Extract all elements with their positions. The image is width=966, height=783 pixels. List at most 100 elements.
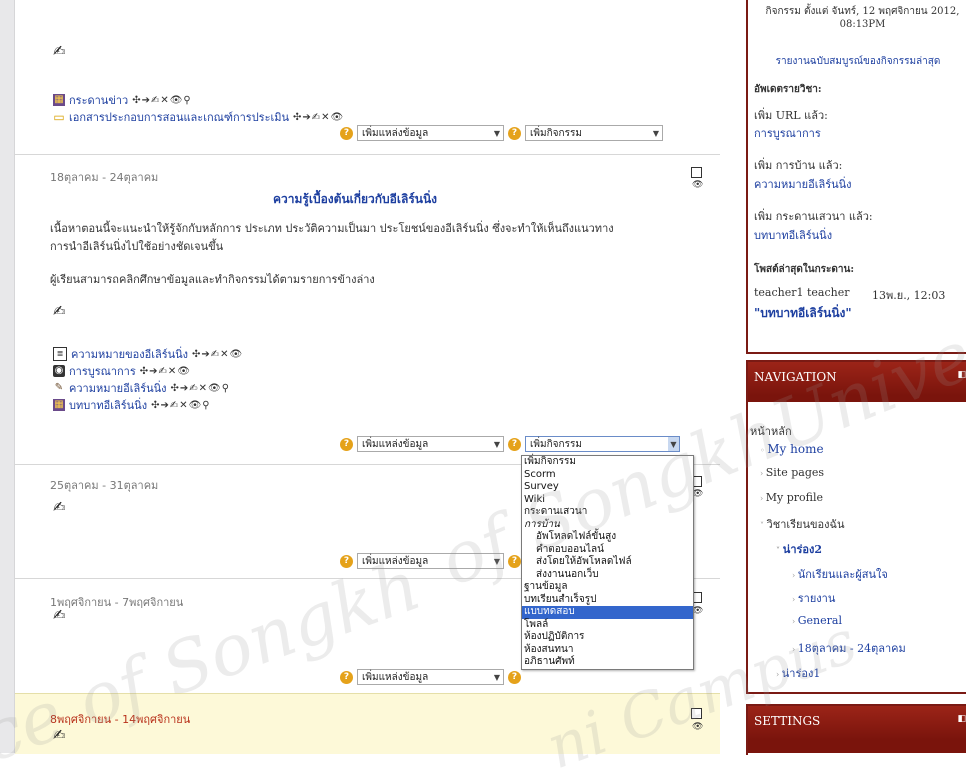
update-link[interactable]: ความหมายอีเลิร์นนิ่ง xyxy=(754,175,852,193)
edit-controls-icon[interactable]: ✣➔✍✕👁 xyxy=(140,366,191,377)
dropdown-option[interactable]: Survey xyxy=(522,481,693,494)
nav-my-profile[interactable]: › My profile xyxy=(760,491,823,504)
resource-item[interactable]: ≣ ความหมายของอีเลิร์นนิ่ง ✣➔✍✕👁 xyxy=(53,345,243,363)
dropdown-option[interactable]: บทเรียนสำเร็จรูป xyxy=(522,594,693,607)
dropdown-option[interactable]: ห้องสนทนา xyxy=(522,644,693,657)
nav-course2[interactable]: › น่าร่อง1 xyxy=(776,664,820,682)
nav-reports[interactable]: › รายงาน xyxy=(792,589,835,607)
dropdown-option[interactable]: เพิ่มกิจกรรม xyxy=(522,456,693,469)
resource-link[interactable]: ความหมายของอีเลิร์นนิ่ง xyxy=(71,345,188,363)
post-title-link[interactable]: "บทบาทอีเลิร์นนิ่ง" xyxy=(754,304,852,323)
resource-link[interactable]: กระดานข่าว xyxy=(69,91,128,109)
help-icon[interactable]: ? xyxy=(340,126,353,140)
highlight-checkbox[interactable] xyxy=(691,708,702,719)
update-link[interactable]: บทบาทอีเลิร์นนิ่ง xyxy=(754,226,832,244)
dock-icon[interactable]: ◧ xyxy=(957,714,966,724)
resource-link[interactable]: เอกสารประกอบการสอนและเกณฑ์การประเมิน xyxy=(69,108,289,126)
nav-label: General xyxy=(797,614,842,627)
help-icon[interactable]: ? xyxy=(508,554,521,568)
nav-site-pages[interactable]: › Site pages xyxy=(760,466,824,479)
dropdown-option[interactable]: Wiki xyxy=(522,494,693,507)
eye-icon[interactable]: 👁 xyxy=(692,180,703,190)
edit-summary-icon[interactable]: ✍ xyxy=(53,726,66,744)
edit-controls-icon[interactable]: ✣➔✍✕👁 xyxy=(192,349,243,360)
help-icon[interactable]: ? xyxy=(340,437,353,451)
section-dates: 18ตุลาคม - 24ตุลาคม xyxy=(50,171,159,184)
dropdown-option[interactable]: แบบทดสอบ xyxy=(522,606,693,619)
help-icon[interactable]: ? xyxy=(508,670,521,684)
help-icon[interactable]: ? xyxy=(508,126,521,140)
navigation-block: NAVIGATION ◧ หน้าหลัก ◦ My home › Site p… xyxy=(746,360,966,694)
nav-general[interactable]: › General xyxy=(792,614,842,627)
nav-course[interactable]: ˅ น่าร่อง2 xyxy=(776,540,822,558)
post-date: 13พ.ย., 12:03 xyxy=(872,289,946,302)
edit-controls-icon[interactable]: ✣➔✍✕👁⚲ xyxy=(132,95,192,106)
edit-controls-icon[interactable]: ✣➔✍✕👁 xyxy=(293,112,344,123)
nav-label: 18ตุลาคม - 24ตุลาคม xyxy=(797,642,906,655)
folder-icon: ▭ xyxy=(53,110,65,124)
add-resource-select[interactable]: เพิ่มแหล่งข้อมูล ▼ xyxy=(357,553,504,569)
add-row: ? เพิ่มแหล่งข้อมูล ▼ ? xyxy=(340,553,521,569)
post-author: teacher1 teacher xyxy=(754,286,850,299)
dropdown-option[interactable]: Scorm xyxy=(522,469,693,482)
add-row: ? เพิ่มแหล่งข้อมูล ▼ ? xyxy=(340,669,521,685)
nav-my-home[interactable]: ◦ My home xyxy=(760,442,824,456)
dropdown-option[interactable]: โพลล์ xyxy=(522,619,693,632)
dropdown-option[interactable]: ส่งโดยให้อัพโหลดไฟล์ xyxy=(522,556,693,569)
nav-participants[interactable]: › นักเรียนและผู้สนใจ xyxy=(792,565,888,583)
assignment-icon: ✎ xyxy=(54,382,64,393)
dropdown-option[interactable]: คำตอบออนไลน์ xyxy=(522,544,693,557)
section-dates: 1พฤศจิกายน - 7พฤศจิกายน xyxy=(50,596,184,609)
add-resource-select[interactable]: เพิ่มแหล่งข้อมูล ▼ xyxy=(357,669,504,685)
resource-item[interactable]: ✎ ความหมายอีเลิร์นนิ่ง ✣➔✍✕👁⚲ xyxy=(53,379,230,397)
edit-controls-icon[interactable]: ✣➔✍✕👁⚲ xyxy=(171,383,231,394)
update-action: เพิ่ม การบ้าน แล้ว: xyxy=(754,159,843,172)
resource-item[interactable]: ▭ เอกสารประกอบการสอนและเกณฑ์การประเมิน ✣… xyxy=(53,108,344,126)
resource-item[interactable]: ▦ กระดานข่าว ✣➔✍✕👁⚲ xyxy=(53,91,192,109)
resource-item[interactable]: ◉ การบูรณาการ ✣➔✍✕👁 xyxy=(53,362,191,380)
add-activity-select[interactable]: เพิ่มกิจกรรม ▼ xyxy=(525,125,663,141)
eye-icon[interactable]: 👁 xyxy=(692,722,703,732)
edit-summary-icon[interactable]: ✍ xyxy=(53,498,66,516)
help-icon[interactable]: ? xyxy=(340,670,353,684)
nav-home[interactable]: หน้าหลัก xyxy=(750,422,792,440)
dropdown-option[interactable]: กระดานเสวนา xyxy=(522,506,693,519)
dropdown-option[interactable]: ฐานข้อมูล xyxy=(522,581,693,594)
nav-label: วิชาเรียนของฉัน xyxy=(766,518,845,531)
help-icon[interactable]: ? xyxy=(508,437,521,451)
dock-icon[interactable]: ◧ xyxy=(957,370,966,380)
resource-link[interactable]: บทบาทอีเลิร์นนิ่ง xyxy=(69,396,147,414)
add-resource-select[interactable]: เพิ่มแหล่งข้อมูล ▼ xyxy=(357,436,504,452)
dropdown-option[interactable]: อภิธานศัพท์ xyxy=(522,656,693,669)
dropdown-option[interactable]: อัพโหลดไฟล์ขั้นสูง xyxy=(522,531,693,544)
add-row: ? เพิ่มแหล่งข้อมูล ▼ ? เพิ่มกิจกรรม ▼ xyxy=(340,125,663,141)
forum-icon: ▦ xyxy=(53,399,65,411)
dropdown-option[interactable]: ห้องปฏิบัติการ xyxy=(522,631,693,644)
navigation-title: NAVIGATION xyxy=(754,370,837,384)
resource-link[interactable]: การบูรณาการ xyxy=(69,362,136,380)
summary-line: การนำอีเลิร์นนิ่งไปใช้อย่างชัดเจนขึ้น xyxy=(50,240,224,253)
update-action: เพิ่ม URL แล้ว: xyxy=(754,109,828,122)
nav-my-courses[interactable]: ˅ วิชาเรียนของฉัน xyxy=(760,515,845,533)
update-link[interactable]: การบูรณาการ xyxy=(754,124,821,142)
help-icon[interactable]: ? xyxy=(340,554,353,568)
nav-label: Site pages xyxy=(765,466,825,479)
nav-label: นักเรียนและผู้สนใจ xyxy=(797,568,888,581)
recent-since-line: กิจกรรม ตั้งแต่ จันทร์, 12 พฤศจิกายน 201… xyxy=(765,6,960,17)
edit-controls-icon[interactable]: ✣➔✍✕👁⚲ xyxy=(151,400,211,411)
full-report-link[interactable]: รายงานฉบับสมบูรณ์ของกิจกรรมล่าสุด xyxy=(748,54,966,69)
nav-week[interactable]: › 18ตุลาคม - 24ตุลาคม xyxy=(792,639,906,657)
add-activity-select[interactable]: เพิ่มกิจกรรม ▼ xyxy=(525,436,680,452)
activity-dropdown-list[interactable]: เพิ่มกิจกรรม Scorm Survey Wiki กระดานเสวนา กา… xyxy=(521,455,694,670)
edit-summary-icon[interactable]: ✍ xyxy=(53,42,66,60)
forum-icon: ▦ xyxy=(53,94,65,106)
edit-summary-icon[interactable]: ✍ xyxy=(53,302,66,320)
highlight-checkbox[interactable] xyxy=(691,167,702,178)
recent-since: กิจกรรม ตั้งแต่ จันทร์, 12 พฤศจิกายน 201… xyxy=(755,4,966,30)
dropdown-option[interactable]: ส่งงานนอกเว็บ xyxy=(522,569,693,582)
resource-link[interactable]: ความหมายอีเลิร์นนิ่ง xyxy=(69,379,167,397)
add-resource-select[interactable]: เพิ่มแหล่งข้อมูล ▼ xyxy=(357,125,504,141)
edit-summary-icon[interactable]: ✍ xyxy=(53,606,66,624)
nav-label: รายงาน xyxy=(797,592,836,605)
resource-item[interactable]: ▦ บทบาทอีเลิร์นนิ่ง ✣➔✍✕👁⚲ xyxy=(53,396,211,414)
